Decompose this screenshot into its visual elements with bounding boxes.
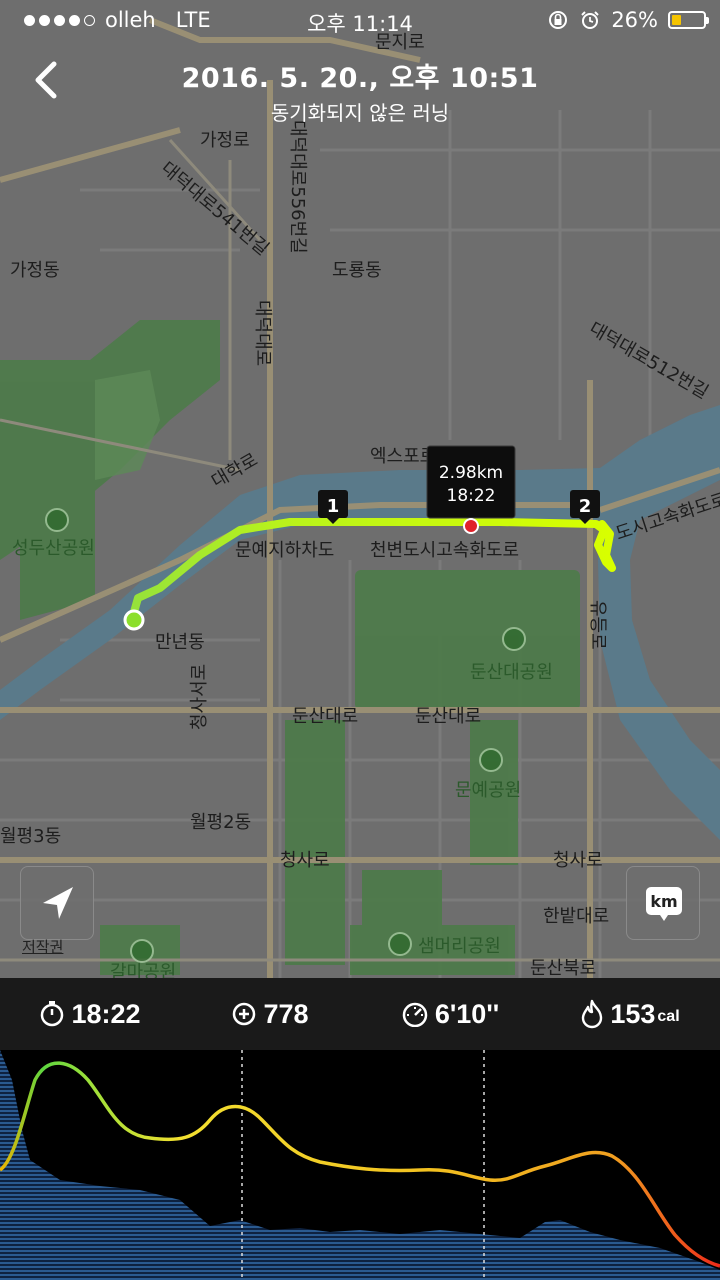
status-time: 오후 11:14 (307, 12, 413, 36)
map-label: 청사서로 (189, 664, 210, 730)
map-label: 월평3동 (0, 826, 61, 847)
unit-toggle-button[interactable]: km (626, 866, 700, 940)
route-map[interactable]: 문지로 가정로 대덕대로556번길 대덕대로541번길 가정동 도룡동 대덕대로… (0, 0, 720, 978)
calories-value: 153 (610, 998, 656, 1029)
map-label: 둔산대공원 (470, 662, 553, 683)
page-title: 2016. 5. 20., 오후 10:51 (181, 63, 539, 94)
pace-elevation-graph[interactable] (0, 1050, 720, 1280)
alarm-icon (581, 11, 600, 29)
map-label: 천변도시고속화도로 (370, 540, 519, 561)
my-location-button[interactable] (20, 866, 94, 940)
battery-percent: 26% (611, 8, 658, 32)
elevation-value: 778 (263, 998, 309, 1029)
map-label: 성두산공원 (12, 538, 95, 559)
map-label: 가정동 (10, 260, 60, 281)
map-label: 문예공원 (455, 780, 521, 801)
map-label: 청사로 (280, 850, 330, 871)
map-label: 청사로 (553, 850, 603, 871)
map-label: 대덕대로 (252, 300, 273, 366)
map-label: 문예지하차도 (235, 540, 334, 561)
map-label: 둔산북로 (530, 958, 596, 978)
map-label: 만년동 (155, 632, 205, 653)
orientation-lock-icon (549, 11, 568, 29)
map-label: 둔산대로 (415, 706, 481, 727)
copyright-link[interactable]: 저작권 (22, 936, 63, 957)
lap-marker-2-label: 2 (579, 496, 592, 517)
map-label: 한밭대로 (543, 906, 609, 927)
stats-bar: 18:22 778 6'10'' 153 cal (0, 978, 720, 1050)
battery-icon (668, 11, 709, 29)
status-bar: olleh LTE 오후 11:14 26% (0, 0, 720, 40)
callout-distance: 2.98km (439, 463, 503, 483)
start-marker (123, 609, 145, 631)
map-label: 대덕대로556번길 (287, 120, 308, 254)
lap-marker-1-label: 1 (327, 496, 340, 517)
map-label: 둔산대로 (292, 706, 358, 727)
calories-unit: cal (657, 1007, 680, 1025)
location-arrow-icon (43, 887, 73, 919)
map-label: 월평2동 (190, 812, 251, 833)
map-label: 유등로 (587, 600, 608, 650)
stopwatch-icon (41, 1001, 64, 1027)
callout-time: 18:22 (447, 486, 496, 506)
map-label: 가정로 (200, 130, 250, 151)
sync-status: 동기화되지 않은 러닝 (270, 101, 450, 125)
stat-pace: 6'10'' (360, 999, 540, 1030)
run-header: 2016. 5. 20., 오후 10:51 동기화되지 않은 러닝 (0, 56, 720, 126)
stat-duration: 18:22 (0, 999, 180, 1030)
elevation-area (0, 1050, 720, 1280)
flame-icon (582, 999, 603, 1029)
stat-calories: 153 cal (540, 999, 720, 1030)
pace-value: 6'10'' (434, 998, 500, 1029)
map-label: 샘머리공원 (418, 936, 501, 957)
map-label: 엑스포로 (370, 446, 436, 467)
unit-toggle-label: km (650, 892, 678, 911)
map-label: 갈마공원 (110, 962, 176, 978)
map-label: 도룡동 (332, 260, 382, 281)
duration-value: 18:22 (71, 998, 141, 1029)
plus-circle-icon (233, 1002, 256, 1026)
stat-elevation: 778 (180, 999, 360, 1030)
speedometer-icon (402, 1002, 428, 1027)
